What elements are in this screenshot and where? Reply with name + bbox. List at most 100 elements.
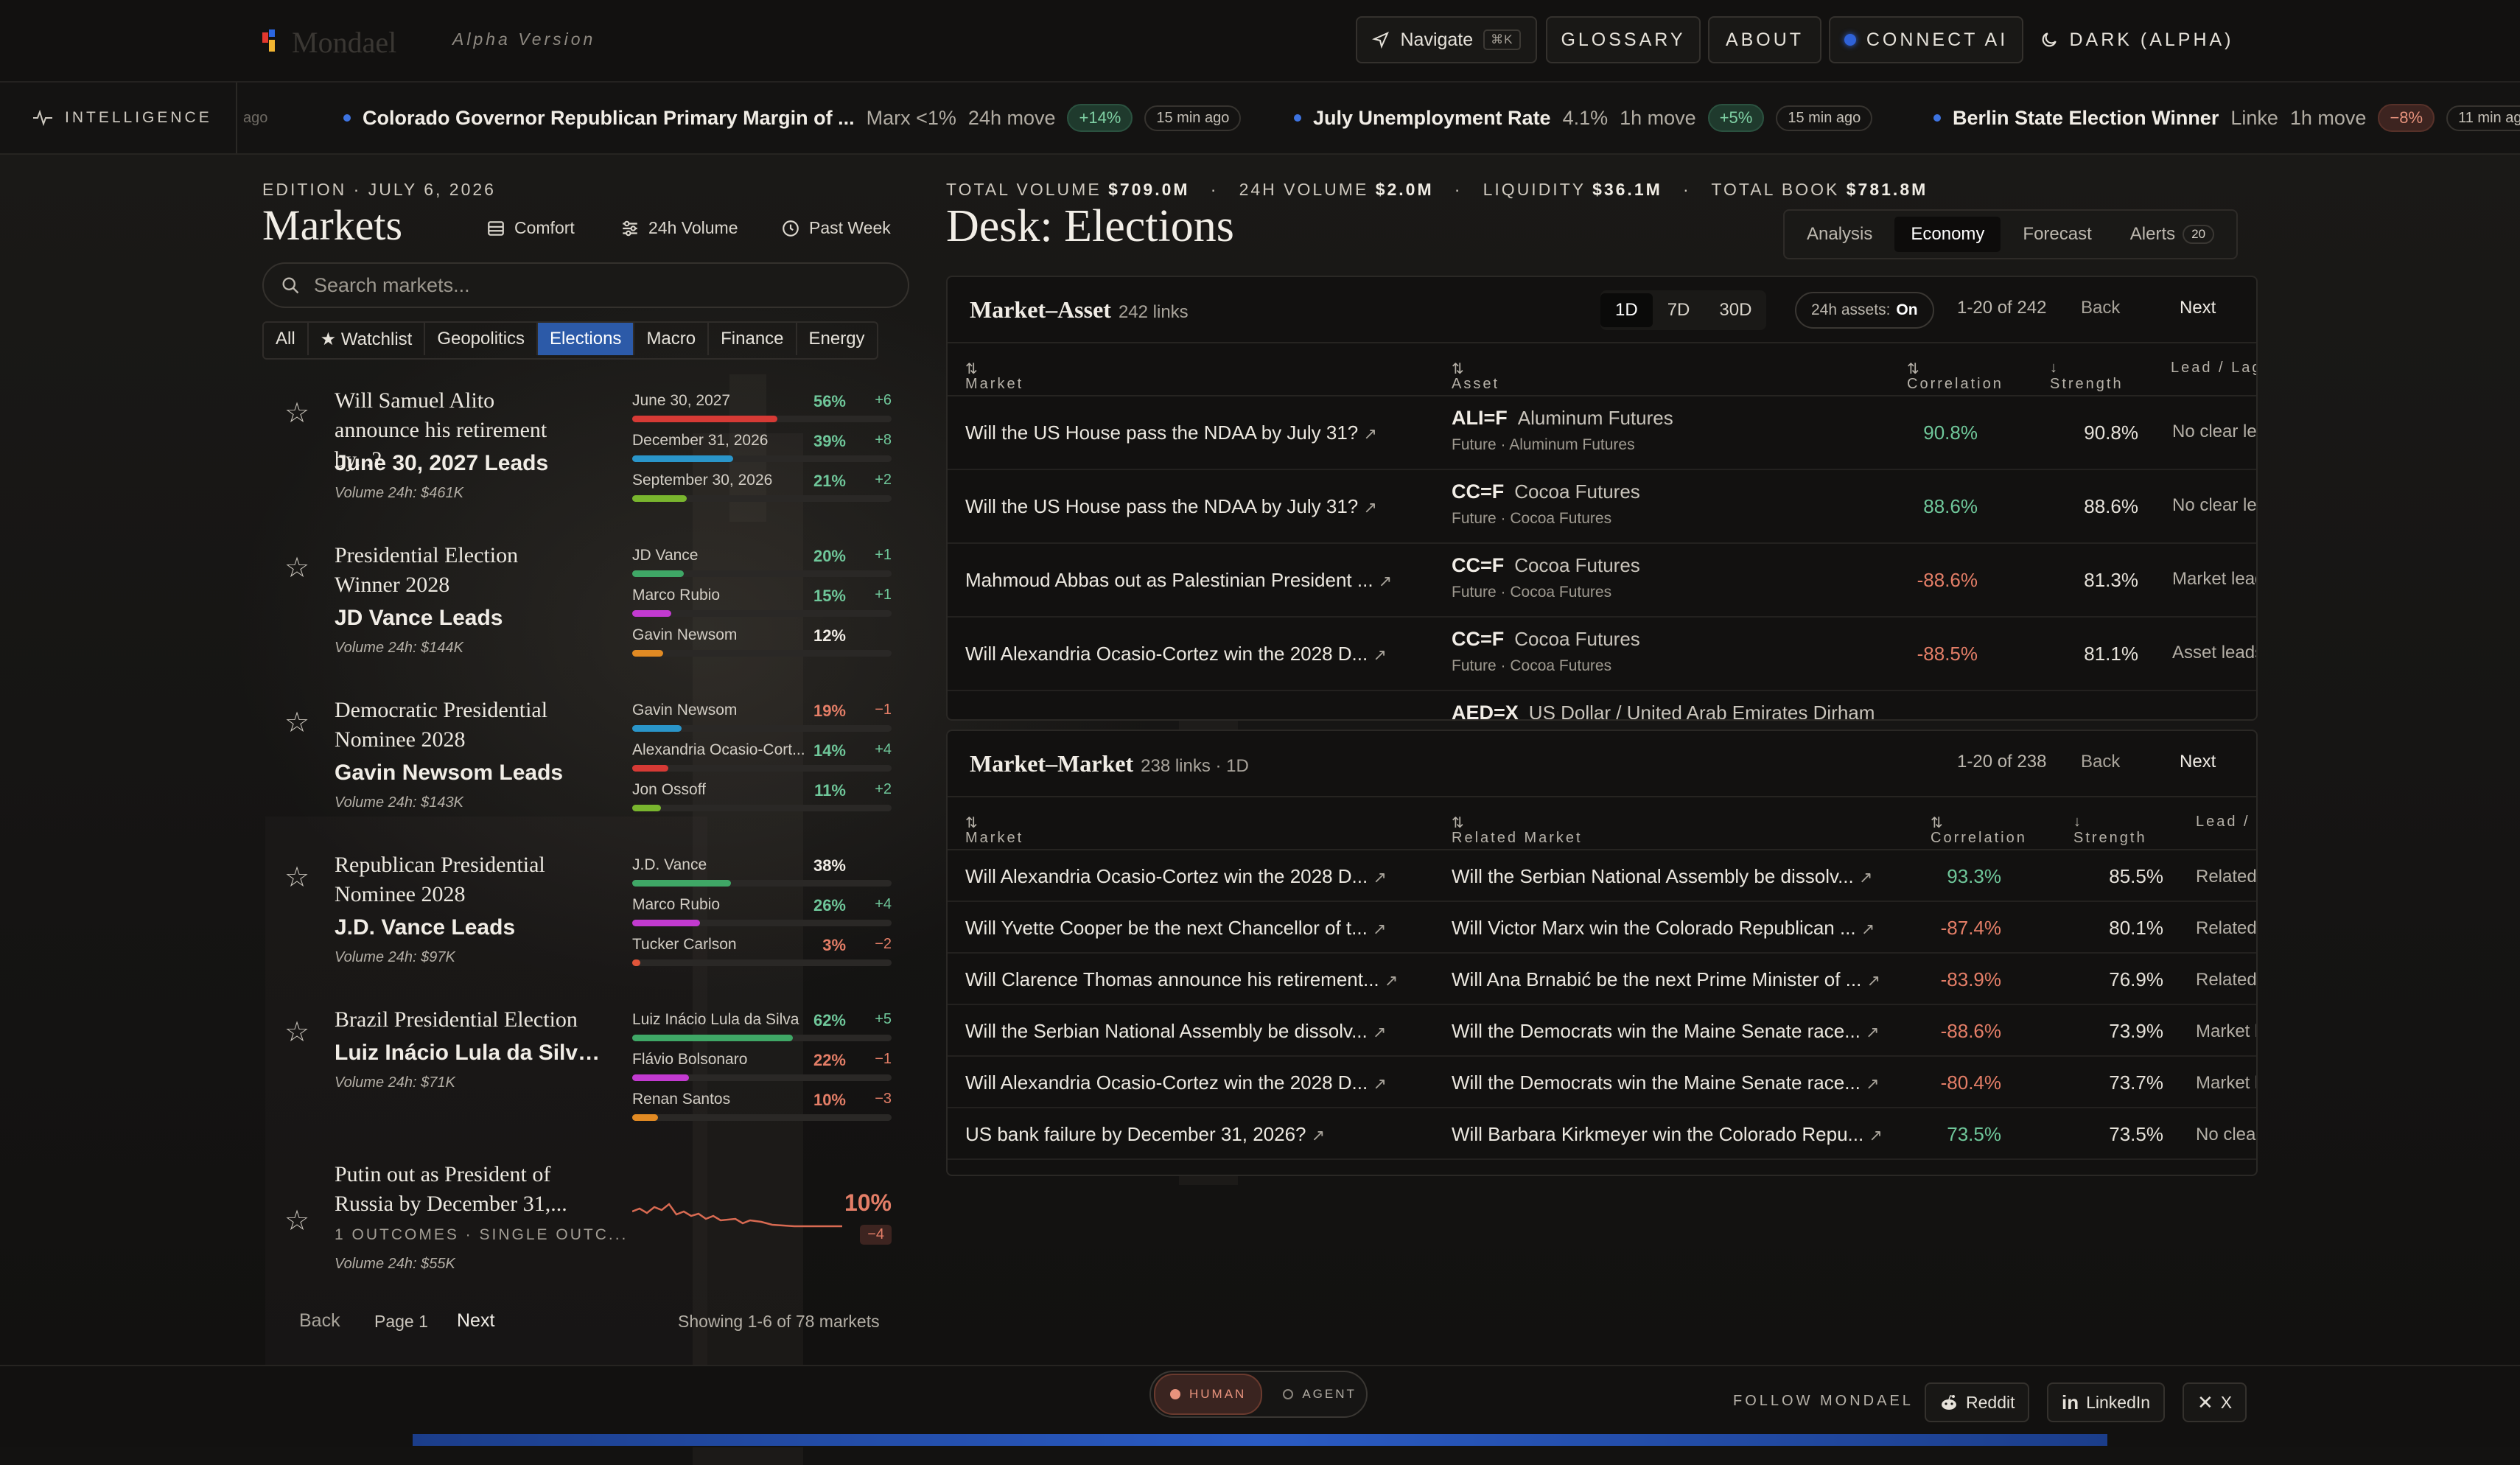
- row-market[interactable]: Will the Serbian National Assembly be di…: [965, 1020, 1422, 1043]
- asset-back-button[interactable]: Back: [2081, 298, 2120, 318]
- row-asset-sub: Future · Cocoa Futures: [1452, 657, 1612, 674]
- col-correlation[interactable]: Correlation ⇅: [1931, 814, 2025, 846]
- watchlist-star-icon[interactable]: ☆: [284, 706, 309, 739]
- reddit-icon: [1942, 1395, 1956, 1410]
- table-row[interactable]: Will Yvette Cooper be the next Chancello…: [948, 902, 2256, 954]
- category-geopolitics[interactable]: Geopolitics: [425, 323, 539, 355]
- row-market[interactable]: US bank failure by December 31, 2026? ↗: [965, 1123, 1422, 1146]
- table-row[interactable]: US bank failure by December 31, 2026? ↗ …: [948, 1108, 2256, 1160]
- theme-toggle[interactable]: DARK (ALPHA): [2031, 16, 2243, 63]
- markets-next-button[interactable]: Next: [457, 1310, 494, 1332]
- table-row[interactable]: Will Alexandria Ocasio-Cortez win the 20…: [948, 1057, 2256, 1108]
- row-related-market[interactable]: Will Victor Marx win the Colorado Republ…: [1452, 917, 1908, 940]
- col-asset[interactable]: Asset ⇅: [1452, 360, 1497, 392]
- market-card[interactable]: ☆ Putin out as President of Russia by De…: [262, 1160, 909, 1293]
- row-market[interactable]: Will Alexandria Ocasio-Cortez win the 20…: [965, 865, 1422, 888]
- about-button[interactable]: ABOUT: [1708, 16, 1821, 63]
- outcome-bar: [632, 570, 685, 577]
- col-lead-lag[interactable]: Lead / Lag: [2171, 360, 2256, 377]
- ticker-item[interactable]: Berlin State Election Winner Linke 1h mo…: [1933, 83, 2520, 153]
- watchlist-star-icon[interactable]: ☆: [284, 1015, 309, 1049]
- glossary-button[interactable]: GLOSSARY: [1546, 16, 1701, 63]
- mode-agent[interactable]: AGENT: [1268, 1375, 1371, 1413]
- row-market[interactable]: Will Clarence Thomas announce his retire…: [965, 968, 1422, 991]
- market-question: Presidential Election Winner 2028: [335, 543, 519, 597]
- row-market[interactable]: Will Yvette Cooper be the next Chancello…: [965, 917, 1422, 940]
- watchlist-star-icon[interactable]: ☆: [284, 861, 309, 894]
- reddit-button[interactable]: Reddit: [1925, 1382, 2030, 1422]
- tab-analysis[interactable]: Analysis: [1791, 217, 1889, 252]
- watchlist-star-icon[interactable]: ☆: [284, 551, 309, 584]
- time-range-button[interactable]: Past Week: [781, 218, 891, 238]
- tab-forecast[interactable]: Forecast: [2006, 217, 2107, 252]
- search-input[interactable]: Search markets...: [314, 274, 470, 297]
- category-finance[interactable]: Finance: [709, 323, 797, 355]
- row-market[interactable]: Will the US House pass the NDAA by July …: [965, 422, 1407, 444]
- range-30d[interactable]: 30D: [1704, 293, 1766, 327]
- watchlist-star-icon[interactable]: ☆: [284, 396, 309, 430]
- col-related-market[interactable]: Related Market ⇅: [1452, 814, 1581, 846]
- table-row[interactable]: Will Clarence Thomas announce his retire…: [948, 954, 2256, 1005]
- table-row[interactable]: Will Alexandria Ocasio-Cortez win the 20…: [948, 618, 2256, 691]
- col-strength[interactable]: Strength ↓: [2073, 814, 2145, 846]
- market-volume: Volume 24h: $144K: [335, 640, 463, 656]
- table-row[interactable]: Will the US House pass the NDAA by July …: [948, 396, 2256, 470]
- markets-back-button[interactable]: Back: [299, 1310, 340, 1332]
- x-label: X: [2220, 1392, 2233, 1412]
- col-correlation[interactable]: Correlation ⇅: [1907, 360, 2001, 392]
- row-market[interactable]: Will Alexandria Ocasio-Cortez win the 20…: [965, 1071, 1422, 1094]
- intelligence-label[interactable]: INTELLIGENCE: [0, 83, 237, 153]
- col-lead-lag[interactable]: Lead / Lag: [2196, 814, 2256, 831]
- row-market[interactable]: Mahmoud Abbas out as Palestinian Preside…: [965, 569, 1422, 592]
- row-related-market[interactable]: Will the Serbian National Assembly be di…: [1452, 865, 1908, 888]
- watchlist-star-icon[interactable]: ☆: [284, 1204, 309, 1237]
- linkedin-button[interactable]: in LinkedIn: [2047, 1382, 2166, 1422]
- ticker-ago: 11 min ago: [2446, 105, 2520, 131]
- table-row[interactable]: Will the Serbian National Assembly be di…: [948, 1005, 2256, 1057]
- assets-24h-toggle[interactable]: 24h assets: On: [1795, 292, 1934, 329]
- row-market[interactable]: Will the US House pass the NDAA by July …: [965, 495, 1407, 518]
- ticker-item[interactable]: Colorado Governor Republican Primary Mar…: [343, 83, 1242, 153]
- table-row[interactable]: Mahmoud Abbas out as Palestinian Preside…: [948, 544, 2256, 618]
- mm-back-button[interactable]: Back: [2081, 752, 2120, 772]
- tab-alerts[interactable]: Alerts 20: [2114, 217, 2230, 252]
- col-market[interactable]: Market ⇅: [965, 360, 1021, 392]
- row-market[interactable]: Will Alexandria Ocasio-Cortez win the 20…: [965, 643, 1422, 665]
- col-strength[interactable]: Strength ↓: [2050, 360, 2121, 392]
- asset-next-button[interactable]: Next: [2180, 298, 2216, 318]
- mode-human[interactable]: HUMAN: [1154, 1374, 1263, 1415]
- total-volume-value: $709.0M: [1108, 180, 1190, 199]
- market-card[interactable]: ☆ Republican Presidential Nominee 2028 J…: [262, 850, 909, 998]
- table-row[interactable]: AED=X US Dollar / United Arab Emirates Di…: [948, 691, 2256, 719]
- range-7d[interactable]: 7D: [1653, 293, 1705, 327]
- search-field[interactable]: Search markets...: [262, 262, 909, 308]
- table-row[interactable]: Will the US House pass the NDAA by July …: [948, 470, 2256, 544]
- row-related-market[interactable]: Will Barbara Kirkmeyer win the Colorado …: [1452, 1123, 1908, 1146]
- x-button[interactable]: ✕ X: [2183, 1382, 2247, 1422]
- row-related-market[interactable]: Will the Democrats win the Maine Senate …: [1452, 1020, 1908, 1043]
- search-icon: [282, 277, 299, 294]
- row-related-market[interactable]: Will the Democrats win the Maine Senate …: [1452, 1071, 1908, 1094]
- market-card[interactable]: ☆ Democratic Presidential Nominee 2028 G…: [262, 696, 909, 843]
- market-card[interactable]: ☆ Presidential Election Winner 2028 JD V…: [262, 541, 909, 688]
- category-elections[interactable]: Elections: [538, 323, 635, 355]
- tab-economy[interactable]: Economy: [1894, 217, 2001, 252]
- table-row[interactable]: Will Alexandria Ocasio-Cortez win the 20…: [948, 850, 2256, 902]
- ticker-move: 1h move: [2289, 106, 2367, 129]
- navigate-button[interactable]: Navigate ⌘K: [1356, 16, 1537, 63]
- mm-next-button[interactable]: Next: [2180, 752, 2216, 772]
- row-related-market[interactable]: Will Ana Brnabić be the next Prime Minis…: [1452, 968, 1908, 991]
- category-energy[interactable]: Energy: [797, 323, 877, 355]
- category-macro[interactable]: Macro: [634, 323, 710, 355]
- col-market[interactable]: Market ⇅: [965, 814, 1021, 846]
- view-comfort-button[interactable]: Comfort: [486, 218, 575, 238]
- sort-volume-button[interactable]: 24h Volume: [620, 218, 738, 238]
- range-1d[interactable]: 1D: [1600, 293, 1653, 327]
- logo[interactable]: Mondael: [262, 25, 396, 60]
- market-card[interactable]: ☆ Brazil Presidential Election Luiz Inác…: [262, 1005, 909, 1153]
- market-card[interactable]: ☆ Will Samuel Alito announce his retirem…: [262, 386, 909, 534]
- connect-ai-button[interactable]: CONNECT AI: [1829, 16, 2023, 63]
- category-watchlist[interactable]: ★ Watchlist: [309, 323, 426, 355]
- category-all[interactable]: All: [264, 323, 309, 355]
- ticker-item[interactable]: July Unemployment Rate 4.1% 1h move +5% …: [1294, 83, 1873, 153]
